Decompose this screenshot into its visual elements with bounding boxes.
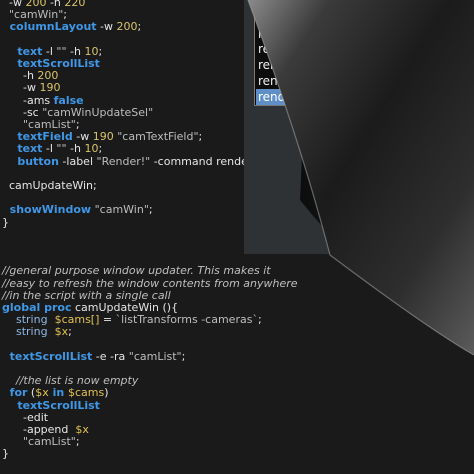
scene: -w 200 -h 220 "camWin"; columnLayout -w … [0, 0, 474, 474]
page-curl [247, 0, 474, 356]
curl-flap [248, 0, 474, 355]
